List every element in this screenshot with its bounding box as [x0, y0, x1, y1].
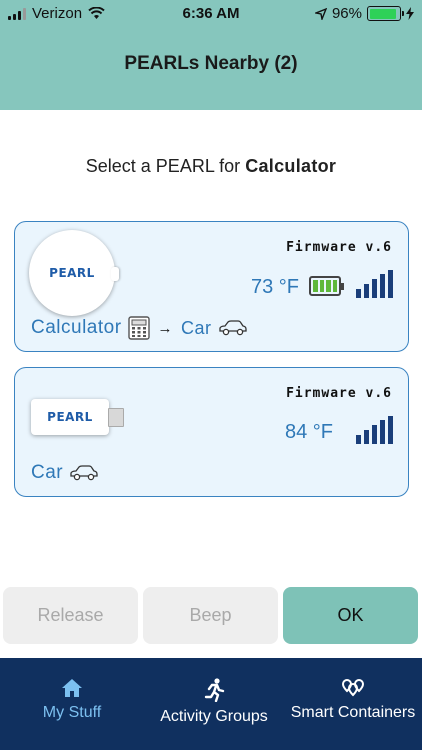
status-bar: Verizon 6:36 AM 96%: [0, 0, 422, 28]
temperature-reading: 73 °F: [251, 276, 300, 298]
select-prompt: Select a PEARL for Calculator: [0, 156, 422, 177]
pearl-logo: PEARL: [49, 266, 95, 280]
charging-bolt-icon: [406, 7, 414, 20]
running-person-icon: [204, 678, 225, 702]
tab-my-stuff[interactable]: My Stuff: [0, 658, 144, 750]
tab-smart-containers[interactable]: Smart Containers: [284, 658, 422, 750]
prompt-target: Calculator: [245, 156, 337, 176]
assignment-row: Calculator → Car: [31, 316, 248, 340]
firmware-label: Firmware v.6: [286, 240, 392, 255]
car-icon: [218, 320, 247, 336]
tab-activity-groups[interactable]: Activity Groups: [144, 658, 284, 750]
vehicle-name: Car: [181, 317, 212, 338]
prompt-prefix: Select a PEARL for: [85, 156, 246, 176]
pearl-round-device-image: PEARL: [29, 230, 119, 316]
signal-strength-icon: [356, 416, 393, 444]
tab-label: My Stuff: [42, 704, 102, 721]
pearl-usb-device-image: PEARL: [31, 399, 124, 435]
car-icon: [70, 465, 98, 481]
nav-header: PEARLs Nearby (2): [0, 28, 422, 110]
battery-percent: 96%: [331, 5, 362, 22]
beep-button[interactable]: Beep: [143, 587, 278, 644]
pearl-device-card[interactable]: PEARL Firmware v.6 84 °F Car: [14, 367, 409, 497]
release-button[interactable]: Release: [3, 587, 138, 644]
battery-icon: [367, 6, 404, 21]
vehicle-name: Car: [31, 462, 64, 483]
firmware-label: Firmware v.6: [286, 386, 392, 401]
device-battery-icon: [309, 276, 344, 296]
smart-containers-icon: [341, 678, 365, 697]
page-title: PEARLs Nearby (2): [124, 53, 298, 74]
arrow-icon: →: [157, 319, 174, 337]
pearl-device-card[interactable]: PEARL Firmware v.6 73 °F Calculator → Ca…: [14, 221, 409, 352]
status-right: 96%: [314, 5, 414, 22]
ok-button[interactable]: OK: [283, 587, 418, 644]
assigned-item-name: Calculator: [31, 317, 122, 338]
calculator-icon: [127, 316, 150, 340]
bottom-tab-bar: My Stuff Activity Groups Smart Container…: [0, 658, 422, 750]
home-icon: [62, 679, 82, 697]
signal-strength-icon: [356, 270, 393, 298]
location-arrow-icon: [314, 7, 327, 20]
assignment-row: Car: [31, 462, 99, 484]
pearl-logo: PEARL: [47, 410, 93, 424]
tab-label: Activity Groups: [160, 708, 268, 725]
temperature-reading: 84 °F: [285, 421, 334, 443]
tab-label: Smart Containers: [290, 704, 416, 721]
